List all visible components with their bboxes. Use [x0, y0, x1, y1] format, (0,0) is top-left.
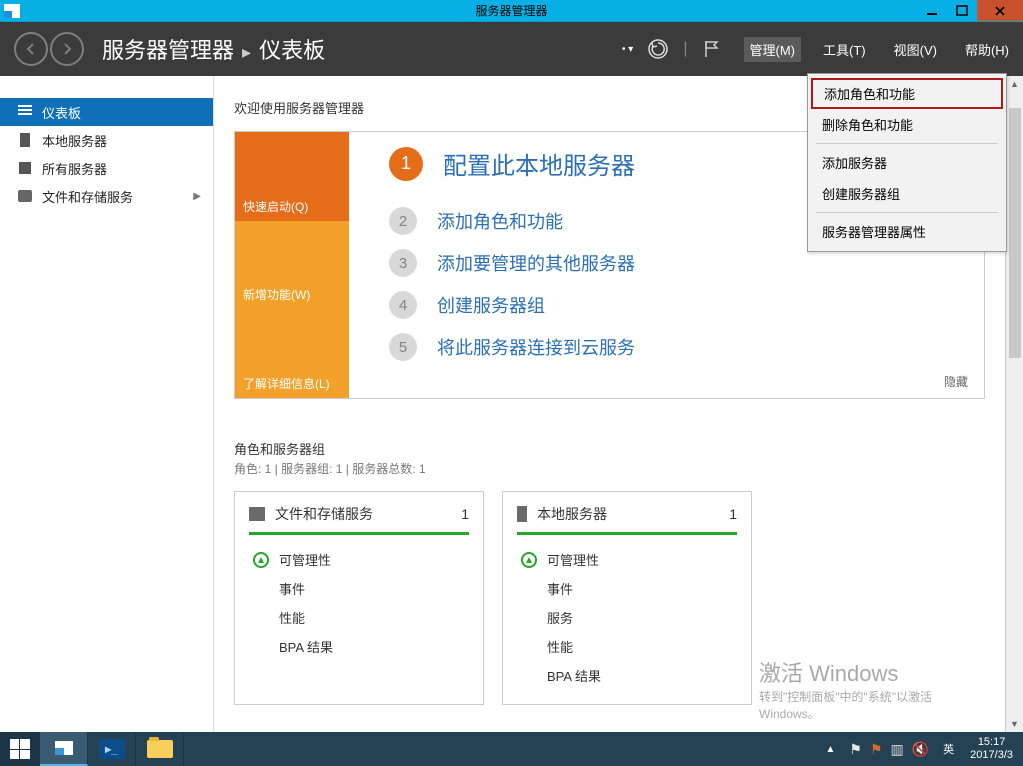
tile-row-events[interactable]: 事件 [249, 574, 469, 603]
servers-icon [18, 161, 32, 175]
ime-indicator[interactable]: 英 [937, 741, 960, 757]
start-button[interactable] [0, 732, 40, 766]
step-link-cloud[interactable]: 将此服务器连接到云服务 [437, 334, 635, 360]
tray-icons: ⚑ ⚑ ▥ 🔇 [841, 741, 937, 758]
sidebar-item-dashboard[interactable]: 仪表板 [0, 98, 213, 126]
close-button[interactable] [977, 0, 1023, 21]
nav-forward-button[interactable] [50, 32, 84, 66]
dropdown-create-group[interactable]: 创建服务器组 [808, 178, 1006, 209]
notifications-flag-icon[interactable] [702, 39, 720, 59]
menu-tools[interactable]: 工具(T) [817, 37, 872, 62]
nav-back-button[interactable] [14, 32, 48, 66]
window-titlebar: 服务器管理器 [0, 0, 1023, 22]
roles-section-sub: 角色: 1 | 服务器组: 1 | 服务器总数: 1 [234, 460, 985, 477]
sidebar-label-storage: 文件和存储服务 [42, 187, 133, 206]
sidebar: 仪表板 本地服务器 所有服务器 文件和存储服务 ▶ [0, 76, 214, 732]
tray-overflow-icon[interactable]: ▲ [819, 744, 841, 755]
chevron-right-icon: ▶ [193, 191, 201, 202]
tile-count: 1 [461, 506, 469, 522]
tray-security-icon[interactable]: ⚑ [870, 741, 883, 758]
server-icon [18, 133, 32, 147]
vertical-scrollbar[interactable]: ▲ ▼ [1005, 76, 1023, 732]
clock-date: 2017/3/3 [970, 749, 1013, 762]
breadcrumb-current: 仪表板 [259, 33, 325, 65]
breadcrumb-separator-icon: ▸ [242, 42, 251, 63]
tray-volume-icon[interactable]: 🔇 [912, 741, 929, 758]
dropdown-remove-roles[interactable]: 删除角色和功能 [808, 109, 1006, 140]
status-ok-icon [521, 552, 537, 568]
local-server-tile-icon [517, 506, 527, 522]
refresh-button[interactable] [647, 38, 669, 60]
menu-view[interactable]: 视图(V) [888, 37, 943, 62]
dropdown-divider [816, 143, 998, 144]
welcome-tab-whatsnew[interactable]: 新增功能(W) [235, 221, 349, 310]
sidebar-label-all: 所有服务器 [42, 159, 107, 178]
tile-row-bpa[interactable]: BPA 结果 [517, 661, 737, 690]
maximize-button[interactable] [947, 0, 977, 21]
dashboard-icon [18, 105, 32, 119]
menu-manage[interactable]: 管理(M) [744, 37, 802, 62]
storage-icon [18, 189, 32, 203]
minimize-button[interactable] [917, 0, 947, 21]
step-number-3: 3 [389, 249, 417, 277]
dropdown-divider [816, 212, 998, 213]
tile-row-performance[interactable]: 性能 [249, 603, 469, 632]
tile-local-server[interactable]: 本地服务器 1 可管理性 事件 服务 性能 BPA 结果 [502, 491, 752, 705]
tile-count: 1 [729, 506, 737, 522]
welcome-tab-quickstart[interactable]: 快速启动(Q) [235, 132, 349, 221]
welcome-tab-learnmore[interactable]: 了解详细信息(L) [235, 309, 349, 398]
tile-name: 本地服务器 [537, 504, 719, 524]
tray-flag-icon[interactable]: ⚑ [849, 741, 862, 758]
tile-status-bar [249, 532, 469, 535]
breadcrumb-root[interactable]: 服务器管理器 [102, 33, 234, 65]
sidebar-item-file-storage[interactable]: 文件和存储服务 ▶ [0, 182, 213, 210]
tile-row-manageability[interactable]: 可管理性 [249, 545, 469, 574]
breadcrumb: 服务器管理器 ▸ 仪表板 [102, 33, 325, 65]
dropdown-add-server[interactable]: 添加服务器 [808, 147, 1006, 178]
tile-row-performance[interactable]: 性能 [517, 632, 737, 661]
taskbar-server-manager[interactable] [40, 732, 88, 766]
step-link-configure-local[interactable]: 配置此本地服务器 [443, 146, 635, 181]
taskbar-clock[interactable]: 15:17 2017/3/3 [960, 736, 1023, 762]
tile-row-manageability[interactable]: 可管理性 [517, 545, 737, 574]
tile-row-services[interactable]: 服务 [517, 603, 737, 632]
scroll-up-icon[interactable]: ▲ [1006, 76, 1023, 92]
app-header: 服务器管理器 ▸ 仪表板 • ▾ | 管理(M) 工具(T) 视图(V) 帮助(… [0, 22, 1023, 76]
dropdown-add-roles[interactable]: 添加角色和功能 [811, 78, 1003, 109]
tile-row-bpa[interactable]: BPA 结果 [249, 632, 469, 661]
step-number-2: 2 [389, 207, 417, 235]
status-ok-icon [253, 552, 269, 568]
breadcrumb-dropdown-icon[interactable]: • ▾ [622, 44, 633, 55]
dropdown-properties[interactable]: 服务器管理器属性 [808, 216, 1006, 247]
refresh-separator: | [683, 40, 687, 58]
sidebar-item-local-server[interactable]: 本地服务器 [0, 126, 213, 154]
tile-status-bar [517, 532, 737, 535]
scroll-down-icon[interactable]: ▼ [1006, 716, 1023, 732]
scrollbar-thumb[interactable] [1009, 108, 1021, 358]
tile-file-storage[interactable]: 文件和存储服务 1 可管理性 事件 性能 BPA 结果 [234, 491, 484, 705]
step-number-4: 4 [389, 291, 417, 319]
roles-section-title: 角色和服务器组 [234, 439, 985, 458]
tile-row-events[interactable]: 事件 [517, 574, 737, 603]
titlebar-app-icon [0, 1, 26, 21]
sidebar-label-local: 本地服务器 [42, 131, 107, 150]
clock-time: 15:17 [970, 736, 1013, 749]
window-title: 服务器管理器 [475, 2, 547, 19]
tile-name: 文件和存储服务 [275, 504, 451, 524]
step-link-add-roles[interactable]: 添加角色和功能 [437, 208, 563, 234]
manage-dropdown: 添加角色和功能 删除角色和功能 添加服务器 创建服务器组 服务器管理器属性 [807, 73, 1007, 252]
step-link-create-group[interactable]: 创建服务器组 [437, 292, 545, 318]
taskbar: ▸_ ▲ ⚑ ⚑ ▥ 🔇 英 15:17 2017/3/3 [0, 732, 1023, 766]
step-link-add-servers[interactable]: 添加要管理的其他服务器 [437, 250, 635, 276]
tray-network-icon[interactable]: ▥ [891, 741, 904, 758]
sidebar-label-dashboard: 仪表板 [42, 103, 81, 122]
welcome-hide-link[interactable]: 隐藏 [944, 373, 968, 390]
step-number-1: 1 [389, 147, 423, 181]
taskbar-explorer[interactable] [136, 732, 184, 766]
file-storage-tile-icon [249, 507, 265, 521]
menu-help[interactable]: 帮助(H) [959, 37, 1015, 62]
sidebar-item-all-servers[interactable]: 所有服务器 [0, 154, 213, 182]
step-number-5: 5 [389, 333, 417, 361]
taskbar-powershell[interactable]: ▸_ [88, 732, 136, 766]
